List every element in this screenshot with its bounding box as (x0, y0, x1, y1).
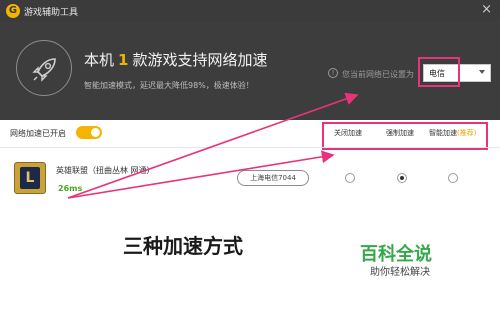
arrow-to-network (67, 92, 359, 199)
caption-main: 三种加速方式 (123, 234, 243, 258)
app-window: G 游戏辅助工具 × 本机 1 款游戏支持网络加速 智能加速模式，延迟最大降低98%… (0, 0, 500, 313)
arrow-to-modes (67, 150, 335, 199)
brand-tagline: 助你轻松解决 (370, 267, 430, 278)
